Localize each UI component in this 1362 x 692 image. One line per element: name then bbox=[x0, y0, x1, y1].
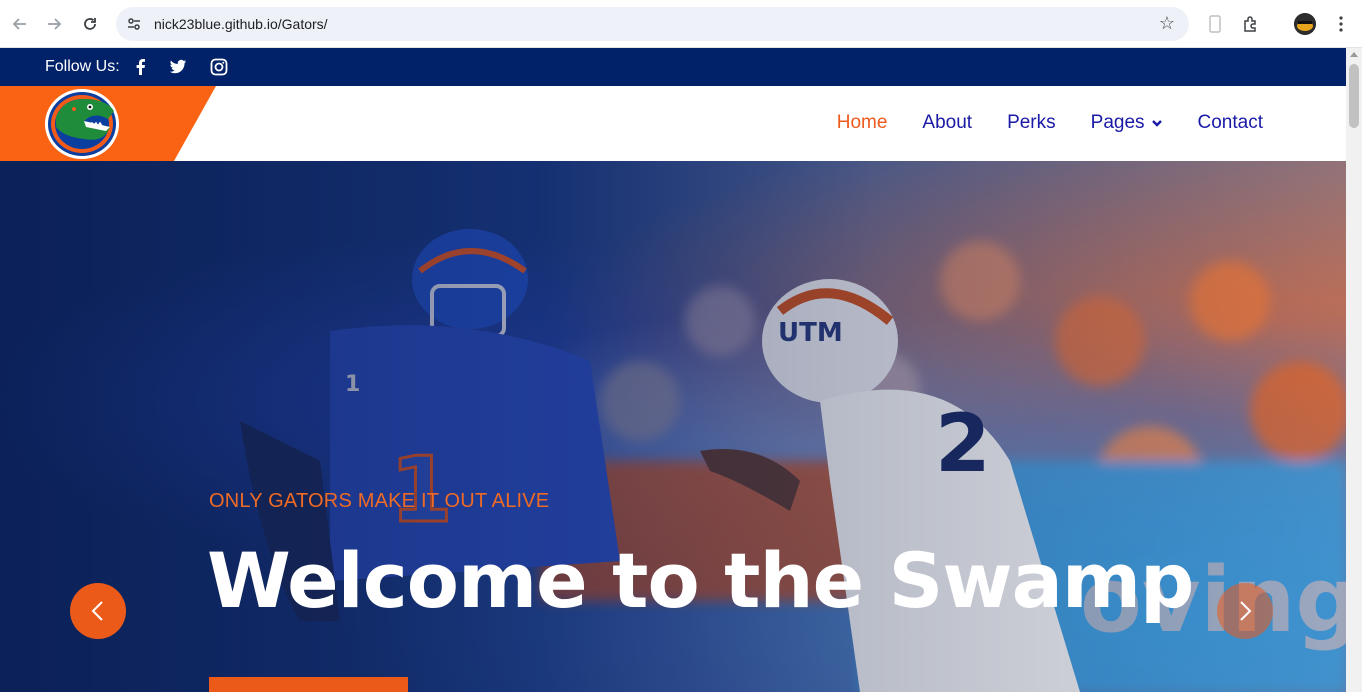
nav-contact[interactable]: Contact bbox=[1198, 112, 1263, 134]
nav-home[interactable]: Home bbox=[837, 112, 888, 134]
nav-about[interactable]: About bbox=[922, 112, 972, 134]
scroll-up-icon[interactable] bbox=[1350, 52, 1358, 57]
nav-pages-label: Pages bbox=[1090, 112, 1145, 133]
facebook-icon[interactable] bbox=[132, 58, 150, 76]
profile-avatar[interactable] bbox=[1293, 12, 1317, 36]
main-navbar: Home About Perks Pages Contact bbox=[0, 86, 1346, 161]
page-scrollbar[interactable] bbox=[1346, 48, 1362, 692]
site-settings-icon[interactable] bbox=[126, 16, 142, 32]
nav-perks[interactable]: Perks bbox=[1007, 112, 1056, 134]
browser-toolbar: nick23blue.github.io/Gators/ ☆ bbox=[0, 0, 1362, 48]
chevron-down-icon bbox=[1151, 120, 1162, 127]
hero-headline: Welcome to the Swamp bbox=[207, 536, 1194, 625]
instagram-icon[interactable] bbox=[210, 58, 228, 76]
follow-label: Follow Us: bbox=[45, 58, 120, 75]
url-text[interactable]: nick23blue.github.io/Gators/ bbox=[154, 16, 328, 32]
carousel-next-button[interactable] bbox=[1217, 583, 1273, 639]
forward-arrow-icon[interactable] bbox=[42, 12, 66, 36]
more-menu-icon[interactable] bbox=[1329, 12, 1353, 36]
nav-links: Home About Perks Pages Contact bbox=[802, 112, 1263, 134]
nav-pages[interactable]: Pages bbox=[1091, 112, 1163, 134]
scroll-thumb[interactable] bbox=[1349, 64, 1359, 128]
back-arrow-icon[interactable] bbox=[8, 12, 32, 36]
address-bar[interactable]: nick23blue.github.io/Gators/ ☆ bbox=[116, 7, 1189, 41]
hero-kicker: ONLY GATORS MAKE IT OUT ALIVE bbox=[209, 490, 550, 512]
bookmark-star-icon[interactable]: ☆ bbox=[1159, 13, 1175, 34]
hero-cta-button[interactable] bbox=[209, 677, 408, 692]
chevron-left-icon bbox=[91, 601, 103, 621]
gator-logo[interactable] bbox=[44, 87, 120, 160]
phone-icon[interactable] bbox=[1203, 12, 1227, 36]
hero-carousel: oving 1 1 UTM 2 ONLY GATORS MAKE IT OUT … bbox=[0, 161, 1346, 692]
reload-icon[interactable] bbox=[78, 12, 102, 36]
twitter-icon[interactable] bbox=[169, 58, 187, 76]
carousel-prev-button[interactable] bbox=[70, 583, 126, 639]
chevron-right-icon bbox=[1240, 601, 1252, 621]
social-topbar: Follow Us: bbox=[0, 48, 1346, 86]
extensions-icon[interactable] bbox=[1239, 12, 1263, 36]
